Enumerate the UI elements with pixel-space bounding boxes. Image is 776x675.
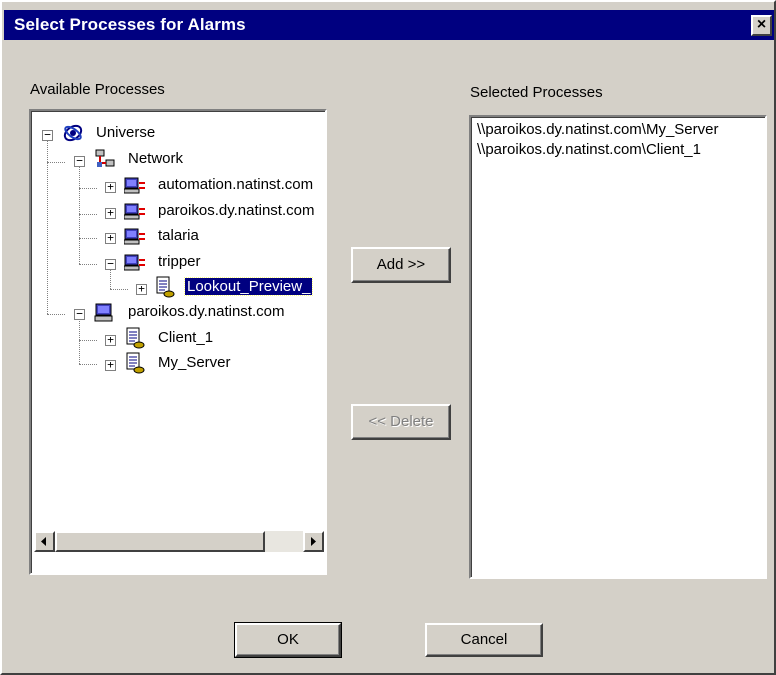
- globe-icon: [63, 124, 83, 142]
- tree-item-label: Client_1: [158, 329, 214, 346]
- available-processes-label: Available Processes: [30, 81, 165, 98]
- tree-item-label: automation.natinst.com: [158, 176, 314, 193]
- tree-item-label: Lookout_Preview_: [183, 277, 314, 296]
- expand-icon[interactable]: +: [105, 334, 116, 346]
- close-button[interactable]: ×: [751, 15, 772, 36]
- tree-item-label: Universe: [96, 124, 156, 141]
- collapse-icon[interactable]: −: [74, 308, 85, 320]
- expand-icon[interactable]: +: [105, 181, 116, 193]
- scroll-right-button[interactable]: [303, 531, 324, 552]
- close-icon: ×: [756, 16, 767, 33]
- selected-processes-label: Selected Processes: [470, 84, 603, 101]
- process-document-icon: [156, 276, 175, 298]
- expand-icon[interactable]: +: [105, 232, 116, 244]
- add-button[interactable]: Add >>: [351, 247, 451, 283]
- ok-button[interactable]: OK: [234, 622, 342, 658]
- selected-processes-list[interactable]: \\paroikos.dy.natinst.com\My_Server \\pa…: [469, 115, 767, 579]
- tree-item-label: paroikos.dy.natinst.com: [128, 303, 285, 320]
- computer-icon: [124, 228, 145, 245]
- tree-item-label: tripper: [158, 253, 201, 270]
- local-computer-icon: [94, 303, 113, 322]
- collapse-icon[interactable]: −: [74, 155, 85, 167]
- list-item[interactable]: \\paroikos.dy.natinst.com\My_Server: [477, 121, 718, 138]
- cancel-button[interactable]: Cancel: [425, 623, 543, 657]
- arrow-right-icon: [311, 537, 316, 546]
- expand-icon[interactable]: +: [105, 207, 116, 219]
- computer-icon: [124, 254, 145, 271]
- title-bar[interactable]: Select Processes for Alarms ×: [4, 10, 774, 40]
- dialog-title: Select Processes for Alarms: [14, 15, 246, 34]
- available-processes-tree[interactable]: − Universe − Network + automation.natins…: [29, 109, 327, 575]
- scroll-left-button[interactable]: [34, 531, 55, 552]
- process-document-icon: [126, 352, 145, 374]
- computer-icon: [124, 203, 145, 220]
- expand-icon[interactable]: +: [136, 283, 147, 295]
- delete-button[interactable]: << Delete: [351, 404, 451, 440]
- computer-icon: [124, 177, 145, 194]
- collapse-icon[interactable]: −: [42, 129, 53, 141]
- network-icon: [95, 149, 115, 167]
- horizontal-scrollbar[interactable]: [34, 531, 324, 552]
- tree-item-label: talaria: [158, 227, 199, 244]
- arrow-left-icon: [41, 537, 46, 546]
- tree-item-label: Network: [128, 150, 184, 167]
- tree-item-label: paroikos.dy.natinst.com: [158, 202, 315, 219]
- process-document-icon: [126, 327, 145, 349]
- select-processes-dialog: Select Processes for Alarms × Available …: [0, 0, 776, 675]
- tree-viewport: − Universe − Network + automation.natins…: [34, 114, 324, 530]
- collapse-icon[interactable]: −: [105, 258, 116, 270]
- scrollbar-thumb[interactable]: [55, 531, 265, 552]
- tree-item-label: My_Server: [158, 354, 231, 371]
- expand-icon[interactable]: +: [105, 359, 116, 371]
- list-item[interactable]: \\paroikos.dy.natinst.com\Client_1: [477, 141, 701, 158]
